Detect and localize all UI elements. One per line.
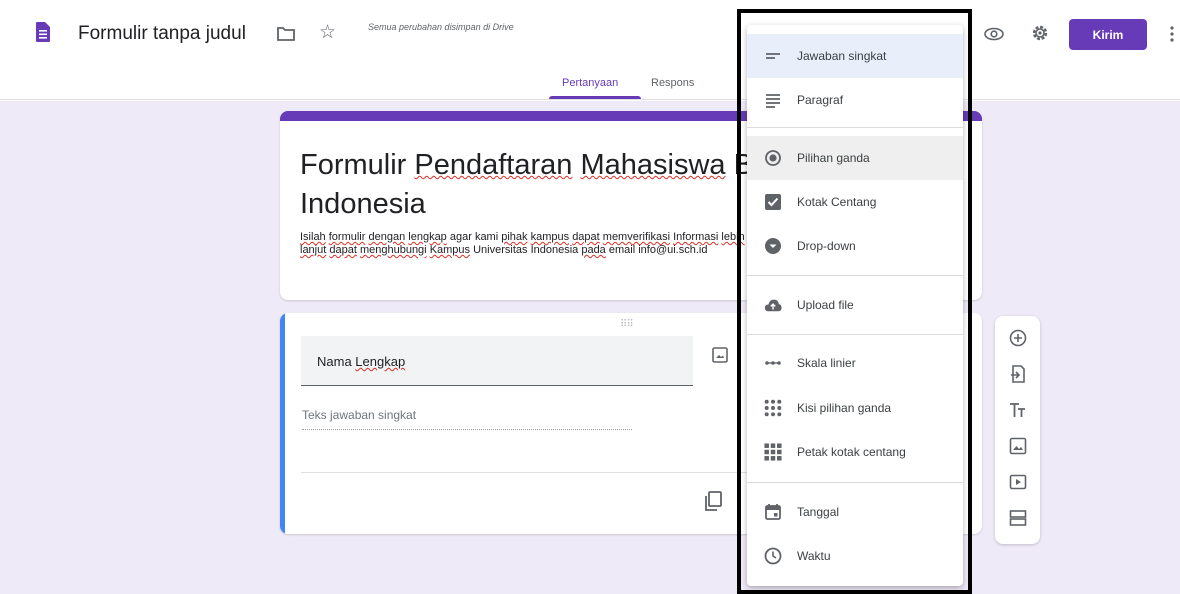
checkbox-icon <box>764 193 782 211</box>
linear-scale-icon <box>764 354 782 372</box>
menu-item-label: Drop-down <box>797 239 856 253</box>
description-segment: pada <box>581 244 606 256</box>
menu-item-checkboxes[interactable]: Kotak Centang <box>747 180 963 224</box>
heading-word: Indonesia <box>300 188 426 220</box>
heading-word: Formulir <box>300 149 415 181</box>
folder-icon[interactable] <box>277 27 295 41</box>
add-image-icon[interactable] <box>712 347 728 363</box>
menu-item-label: Tanggal <box>797 505 840 519</box>
tab-responses[interactable]: Respons <box>651 77 694 89</box>
top-bar: Formulir tanpa judul ☆ Semua perubahan d… <box>0 0 1180 100</box>
menu-item-time[interactable]: Waktu <box>747 534 963 578</box>
section-icon[interactable] <box>1008 508 1028 528</box>
side-toolbar <box>995 316 1040 544</box>
menu-item-label: Petak kotak centang <box>797 445 906 459</box>
star-icon[interactable]: ☆ <box>319 21 336 45</box>
description-segment: memverifikasi <box>602 231 671 243</box>
description-segment: dapat <box>329 244 357 256</box>
form-title[interactable]: Formulir tanpa judul <box>78 23 246 45</box>
menu-item-paragraph[interactable]: Paragraf <box>747 78 963 122</box>
description-segment: lanjut <box>300 244 327 256</box>
description-segment: dapat <box>572 231 600 243</box>
description-segment: email info@ui.sch.id <box>605 244 708 256</box>
preview-eye-icon[interactable] <box>983 25 1005 43</box>
menu-item-label: Skala linier <box>797 356 856 370</box>
form-description[interactable]: Isilah formulir dengan lengkap agar kami… <box>300 231 760 257</box>
menu-divider <box>747 334 963 335</box>
tab-questions[interactable]: Pertanyaan <box>562 77 618 89</box>
calendar-icon <box>764 503 782 521</box>
menu-item-multiple-choice[interactable]: Pilihan ganda <box>747 136 963 180</box>
description-segment: menghubungi <box>359 244 427 256</box>
dropdown-icon <box>764 237 782 255</box>
answer-underline <box>302 429 632 430</box>
clock-icon <box>764 547 782 565</box>
menu-item-file-upload[interactable]: Upload file <box>747 283 963 327</box>
description-segment: Universitas Indonesia <box>470 244 582 256</box>
menu-item-linear-scale[interactable]: Skala linier <box>747 341 963 385</box>
grid-dots-icon <box>764 399 782 417</box>
menu-item-checkbox-grid[interactable]: Petak kotak centang <box>747 430 963 474</box>
description-segment: formulir <box>328 231 366 243</box>
menu-item-label: Waktu <box>797 549 831 563</box>
settings-gear-icon[interactable] <box>1030 23 1050 43</box>
menu-item-short-answer[interactable]: Jawaban singkat <box>747 34 963 78</box>
menu-divider <box>747 127 963 128</box>
send-button[interactable]: Kirim <box>1069 19 1147 50</box>
menu-item-label: Kotak Centang <box>797 195 877 209</box>
description-segment: pihak <box>501 231 528 243</box>
active-question-bar <box>280 313 285 534</box>
heading-word: Mahasiswa <box>580 149 726 181</box>
menu-item-label: Pilihan ganda <box>797 151 870 165</box>
question-title-prefix: Nama <box>317 354 356 369</box>
radio-icon <box>764 149 782 167</box>
active-tab-indicator <box>549 96 641 99</box>
menu-item-label: Paragraf <box>797 93 844 107</box>
save-status: Semua perubahan disimpan di Drive <box>368 22 514 32</box>
grid-squares-icon <box>764 443 782 461</box>
menu-divider <box>747 275 963 276</box>
question-title-field[interactable]: Nama Lengkap <box>301 336 693 386</box>
more-vert-icon[interactable] <box>1170 25 1174 43</box>
menu-item-mc-grid[interactable]: Kisi pilihan ganda <box>747 386 963 430</box>
description-segment: lebih <box>721 231 745 243</box>
title-text-icon[interactable] <box>1008 400 1028 420</box>
answer-placeholder: Teks jawaban singkat <box>302 408 417 422</box>
heading-word: Pendaftaran <box>414 149 573 181</box>
duplicate-icon[interactable] <box>704 491 722 511</box>
menu-item-label: Kisi pilihan ganda <box>797 401 892 415</box>
paragraph-icon <box>764 91 782 109</box>
add-question-icon[interactable] <box>1008 328 1028 348</box>
image-icon[interactable] <box>1008 436 1028 456</box>
menu-divider <box>747 482 963 483</box>
drag-handle-icon[interactable]: ⠿⠿ <box>620 319 634 330</box>
description-segment: lengkap <box>408 231 447 243</box>
description-segment: agar kami <box>446 231 502 243</box>
menu-item-label: Upload file <box>797 298 854 312</box>
menu-item-label: Jawaban singkat <box>797 49 887 63</box>
video-icon[interactable] <box>1008 472 1028 492</box>
menu-item-dropdown[interactable]: Drop-down <box>747 224 963 268</box>
short-answer-icon <box>764 47 782 65</box>
description-segment: Isilah <box>300 231 326 243</box>
description-segment: kampus <box>530 231 570 243</box>
menu-item-date[interactable]: Tanggal <box>747 490 963 534</box>
cloud-upload-icon <box>764 296 782 314</box>
import-question-icon[interactable] <box>1008 364 1028 384</box>
forms-doc-icon[interactable] <box>36 22 50 42</box>
description-segment: Informasi <box>673 231 719 243</box>
description-segment: Kampus <box>429 244 471 256</box>
question-title-word: Lengkap <box>355 354 406 369</box>
question-type-menu: Jawaban singkat Paragraf Pilihan ganda K… <box>747 25 963 586</box>
description-segment: dengan <box>368 231 406 243</box>
